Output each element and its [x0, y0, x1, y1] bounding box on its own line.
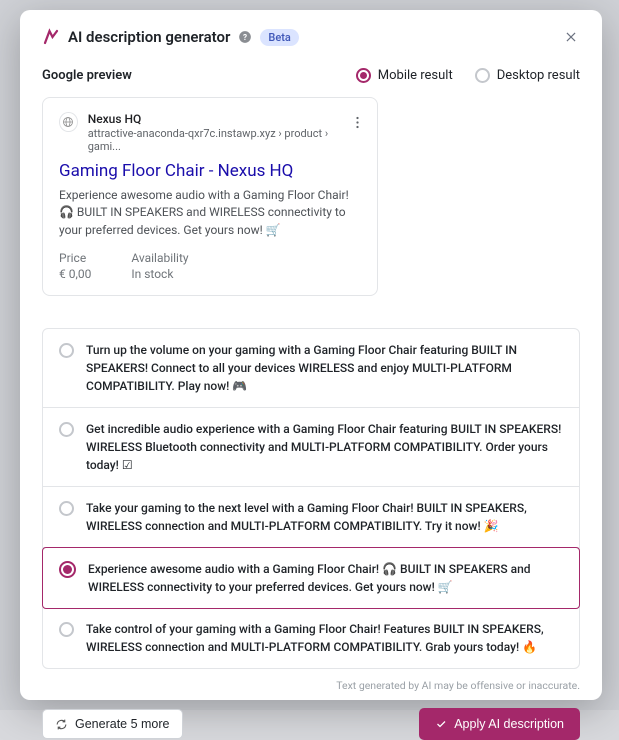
preview-site-name: Nexus HQ — [88, 112, 344, 126]
suggestion-text: Take control of your gaming with a Gamin… — [86, 620, 563, 656]
radio-unselected-icon — [475, 68, 490, 83]
radio-unselected-icon — [59, 343, 74, 358]
suggestion-text: Get incredible audio experience with a G… — [86, 420, 563, 474]
ai-description-modal: AI description generator ? Beta Google p… — [20, 10, 602, 700]
mobile-result-label: Mobile result — [378, 68, 453, 83]
radio-selected-icon — [59, 561, 76, 578]
suggestion-item[interactable]: Take control of your gaming with a Gamin… — [43, 608, 579, 668]
preview-card-header: Nexus HQ attractive-anaconda-qxr7c.insta… — [59, 112, 361, 153]
check-icon — [435, 718, 447, 730]
ai-disclaimer: Text generated by AI may be offensive or… — [42, 679, 580, 692]
modal-header: AI description generator ? Beta — [42, 28, 580, 46]
yoast-logo-icon — [42, 28, 60, 46]
price-label: Price — [59, 251, 91, 265]
generate-more-label: Generate 5 more — [75, 717, 170, 731]
preview-controls-row: Google preview Mobile result Desktop res… — [42, 68, 580, 83]
suggestion-text: Turn up the volume on your gaming with a… — [86, 341, 563, 395]
radio-unselected-icon — [59, 622, 74, 637]
svg-text:?: ? — [243, 32, 247, 42]
suggestion-item[interactable]: Take your gaming to the next level with … — [43, 487, 579, 548]
suggestion-item[interactable]: Get incredible audio experience with a G… — [43, 408, 579, 487]
preview-meta: Price € 0,00 Availability In stock — [59, 251, 361, 281]
mobile-result-option[interactable]: Mobile result — [356, 68, 453, 83]
close-button[interactable] — [562, 28, 580, 46]
suggestion-text: Experience awesome audio with a Gaming F… — [88, 560, 563, 596]
desktop-result-option[interactable]: Desktop result — [475, 68, 580, 83]
google-preview-card: Nexus HQ attractive-anaconda-qxr7c.insta… — [42, 97, 378, 296]
preview-description: Experience awesome audio with a Gaming F… — [59, 187, 361, 239]
refresh-icon — [55, 718, 68, 731]
suggestion-text: Take your gaming to the next level with … — [86, 499, 563, 535]
price-value: € 0,00 — [59, 267, 91, 281]
availability-label: Availability — [131, 251, 188, 265]
radio-unselected-icon — [59, 501, 74, 516]
modal-title: AI description generator — [68, 28, 230, 46]
preview-url: attractive-anaconda-qxr7c.instawp.xyz › … — [88, 127, 344, 153]
result-toggle-group: Mobile result Desktop result — [356, 68, 580, 83]
help-icon[interactable]: ? — [238, 30, 252, 44]
beta-badge: Beta — [260, 29, 298, 46]
apply-description-button[interactable]: Apply AI description — [419, 708, 580, 740]
apply-description-label: Apply AI description — [454, 717, 564, 731]
globe-favicon-icon — [59, 112, 78, 132]
suggestion-item[interactable]: Turn up the volume on your gaming with a… — [43, 329, 579, 408]
preview-title: Gaming Floor Chair - Nexus HQ — [59, 161, 361, 181]
preview-more-menu[interactable] — [354, 112, 361, 135]
google-preview-label: Google preview — [42, 68, 132, 83]
radio-unselected-icon — [59, 422, 74, 437]
modal-footer: Generate 5 more Apply AI description — [42, 692, 580, 740]
radio-selected-icon — [356, 68, 371, 83]
suggestions-list: Turn up the volume on your gaming with a… — [42, 328, 580, 669]
availability-value: In stock — [131, 267, 188, 281]
generate-more-button[interactable]: Generate 5 more — [42, 709, 183, 739]
suggestion-item[interactable]: Experience awesome audio with a Gaming F… — [42, 547, 580, 609]
desktop-result-label: Desktop result — [497, 68, 580, 83]
